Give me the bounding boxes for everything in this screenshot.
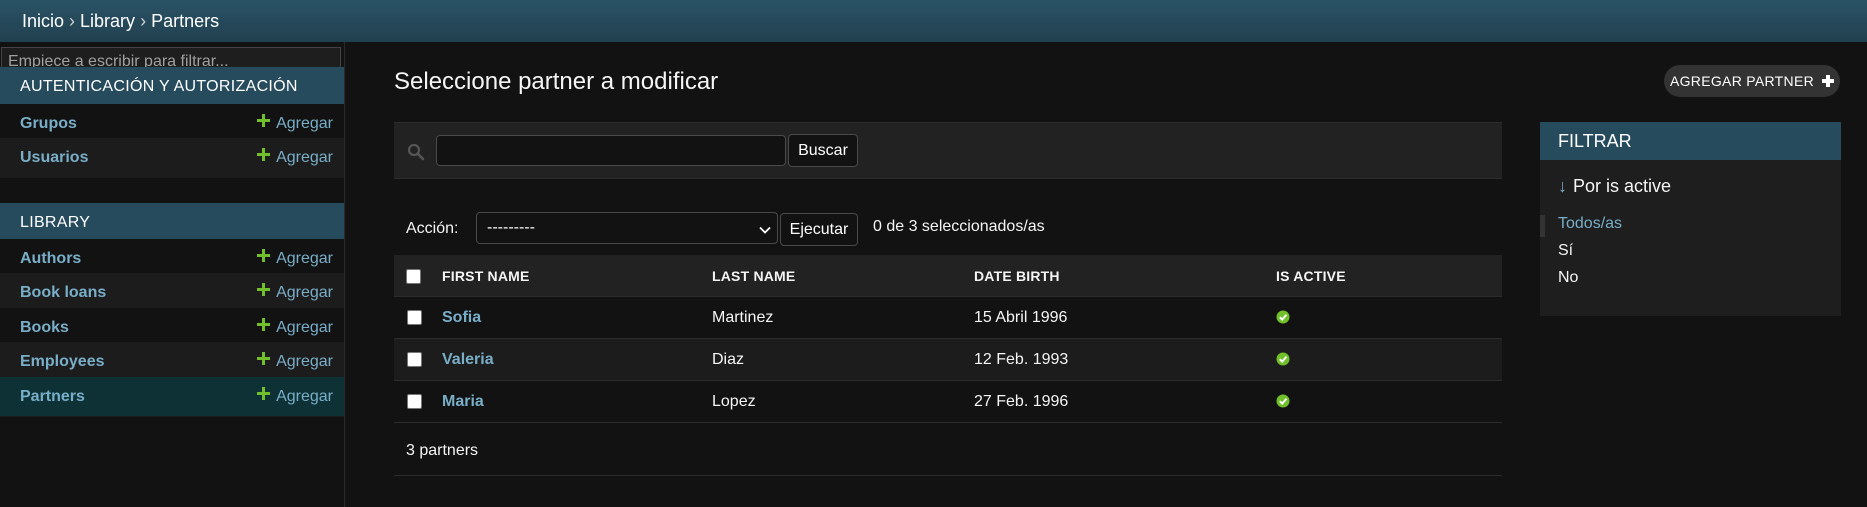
select-all-cell <box>394 255 442 297</box>
add-link[interactable]: Agregar <box>257 318 333 337</box>
column-header[interactable]: IS ACTIVE <box>1276 255 1502 297</box>
add-partner-button[interactable]: AGREGAR PARTNER <box>1664 65 1840 97</box>
filter-option-no[interactable]: No <box>1540 269 1840 291</box>
results-table: FIRST NAME LAST NAME DATE BIRTH IS ACTIV… <box>394 255 1502 423</box>
add-label: Agregar <box>276 148 333 166</box>
add-label: Agregar <box>276 387 333 405</box>
run-action-button[interactable]: Ejecutar <box>780 213 858 246</box>
breadcrumb-current: Partners <box>151 10 220 31</box>
filter-option-todos[interactable]: Todos/as <box>1540 215 1840 237</box>
add-link[interactable]: Agregar <box>257 148 333 167</box>
plus-icon <box>257 318 271 331</box>
plus-icon <box>257 249 271 262</box>
model-link[interactable]: Employees <box>20 353 104 371</box>
sidebar-item-partners: Partners Agregar <box>0 377 344 417</box>
plus-icon <box>257 148 271 161</box>
model-link[interactable]: Usuarios <box>20 149 88 167</box>
arrow-down-icon: ↓ <box>1558 176 1567 196</box>
row-checkbox[interactable] <box>407 309 422 325</box>
plus-icon <box>257 114 271 127</box>
sidebar-item-book-loans: Book loans Agregar <box>0 273 344 313</box>
add-label: Agregar <box>276 114 333 132</box>
check-circle-icon <box>1276 310 1290 324</box>
breadcrumb-separator: › <box>69 10 76 31</box>
column-header[interactable]: LAST NAME <box>712 255 974 297</box>
module-caption-library[interactable]: LIBRARY <box>0 203 344 243</box>
date-birth-cell: 15 Abril 1996 <box>974 296 1276 339</box>
add-label: Agregar <box>276 249 333 267</box>
check-circle-icon <box>1276 352 1290 366</box>
filter-panel: FILTRAR ↓ Por is active Todos/as Sí No <box>1540 122 1841 316</box>
breadcrumb-separator: › <box>140 10 147 31</box>
search-input[interactable] <box>436 135 786 166</box>
actions-bar: Acción: --------- Ejecutar 0 de 3 selecc… <box>394 212 1502 246</box>
date-birth-cell: 27 Feb. 1996 <box>974 380 1276 423</box>
table-row: Maria Lopez 27 Feb. 1996 <box>394 380 1502 423</box>
action-label: Acción: <box>406 220 459 237</box>
add-link[interactable]: Agregar <box>257 114 333 133</box>
search-button[interactable]: Buscar <box>788 134 858 167</box>
last-name-cell: Diaz <box>712 338 974 381</box>
breadcrumb-home[interactable]: Inicio <box>22 11 64 32</box>
row-checkbox[interactable] <box>407 393 422 409</box>
add-link[interactable]: Agregar <box>257 387 333 406</box>
model-link[interactable]: Grupos <box>20 115 77 133</box>
first-name-link[interactable]: Valeria <box>442 351 494 368</box>
row-checkbox[interactable] <box>407 351 422 367</box>
selection-counter: 0 de 3 seleccionados/as <box>873 218 1045 235</box>
sidebar-item-employees: Employees Agregar <box>0 342 344 382</box>
first-name-link[interactable]: Maria <box>442 393 484 410</box>
result-count: 3 partners <box>394 422 1502 476</box>
column-header[interactable]: DATE BIRTH <box>974 255 1276 297</box>
select-all-checkbox[interactable] <box>406 268 421 284</box>
page-title: Seleccione partner a modificar <box>394 68 719 95</box>
last-name-cell: Lopez <box>712 380 974 423</box>
add-link[interactable]: Agregar <box>257 352 333 371</box>
model-link[interactable]: Books <box>20 319 69 337</box>
plus-icon <box>257 283 271 296</box>
last-name-cell: Martinez <box>712 296 974 339</box>
sidebar: AUTENTICACIÓN Y AUTORIZACIÓN Grupos Agre… <box>0 42 345 507</box>
filter-heading: ↓ Por is active <box>1558 176 1671 197</box>
search-bar: Buscar <box>394 122 1502 179</box>
chevron-down-icon <box>759 226 771 234</box>
first-name-link[interactable]: Sofia <box>442 309 481 326</box>
filter-caption: FILTRAR <box>1540 122 1841 160</box>
check-circle-icon <box>1276 394 1290 408</box>
breadcrumb: Inicio › Library › Partners <box>0 0 1867 42</box>
plus-icon <box>257 387 271 400</box>
model-link[interactable]: Partners <box>20 388 85 406</box>
action-select-value: --------- <box>487 219 535 236</box>
plus-icon <box>1822 75 1834 87</box>
table-row: Sofia Martinez 15 Abril 1996 <box>394 296 1502 339</box>
breadcrumb-library[interactable]: Library <box>80 11 135 32</box>
sidebar-item-usuarios: Usuarios Agregar <box>0 138 344 178</box>
table-header-row: FIRST NAME LAST NAME DATE BIRTH IS ACTIV… <box>394 255 1502 297</box>
add-link[interactable]: Agregar <box>257 283 333 302</box>
action-select[interactable]: --------- <box>476 212 778 244</box>
add-label: Agregar <box>276 318 333 336</box>
add-partner-label: AGREGAR PARTNER <box>1669 73 1814 89</box>
model-link[interactable]: Book loans <box>20 284 106 302</box>
add-label: Agregar <box>276 352 333 370</box>
search-icon <box>407 143 425 161</box>
filter-heading-label: Por is active <box>1573 176 1672 196</box>
add-label: Agregar <box>276 283 333 301</box>
module-caption-auth[interactable]: AUTENTICACIÓN Y AUTORIZACIÓN <box>0 67 344 107</box>
filter-option-si[interactable]: Sí <box>1540 242 1840 264</box>
plus-icon <box>257 352 271 365</box>
date-birth-cell: 12 Feb. 1993 <box>974 338 1276 381</box>
add-link[interactable]: Agregar <box>257 249 333 268</box>
table-row: Valeria Diaz 12 Feb. 1993 <box>394 338 1502 381</box>
model-link[interactable]: Authors <box>20 250 81 268</box>
column-header[interactable]: FIRST NAME <box>442 255 712 297</box>
